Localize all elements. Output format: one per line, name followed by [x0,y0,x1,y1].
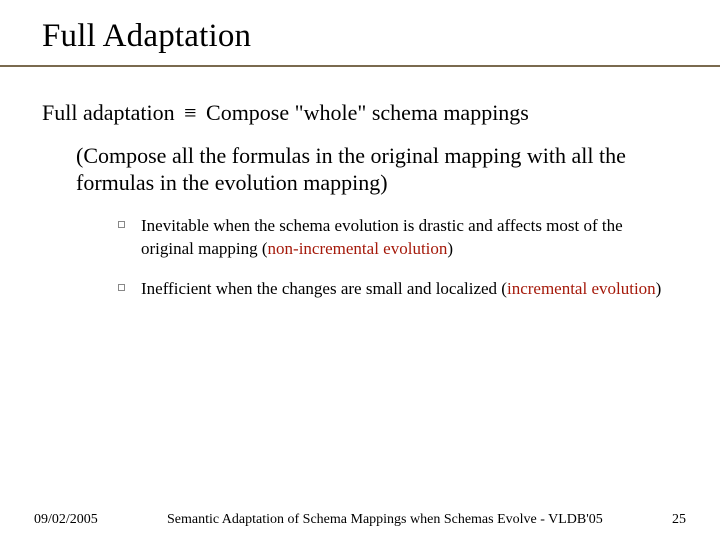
bullet-text: Inefficient when the changes are small a… [141,278,661,301]
paren-note: (Compose all the formulas in the origina… [76,142,678,197]
footer-title: Semantic Adaptation of Schema Mappings w… [98,512,672,528]
bullet-list: Inevitable when the schema evolution is … [118,215,678,302]
headline-rest: Compose "whole" schema mappings [206,100,529,125]
bullet-pre: Inefficient when the changes are small a… [141,279,507,298]
list-item: Inefficient when the changes are small a… [118,278,678,301]
page-number: 25 [672,512,686,528]
headline-lead: Full adaptation [42,100,175,125]
content-area: Full adaptation ≡ Compose "whole" schema… [0,67,720,301]
bullet-post: ) [656,279,662,298]
bullet-post: ) [447,239,453,258]
equiv-icon: ≡ [184,99,196,128]
square-bullet-icon [118,221,125,228]
footer: 09/02/2005 Semantic Adaptation of Schema… [0,512,720,528]
bullet-em: incremental evolution [507,279,656,298]
title-block: Full Adaptation [0,0,720,55]
headline: Full adaptation ≡ Compose "whole" schema… [42,99,678,128]
footer-date: 09/02/2005 [34,512,98,528]
bullet-em: non-incremental evolution [268,239,448,258]
square-bullet-icon [118,284,125,291]
bullet-text: Inevitable when the schema evolution is … [141,215,678,261]
list-item: Inevitable when the schema evolution is … [118,215,678,261]
slide-title: Full Adaptation [42,18,720,55]
slide: Full Adaptation Full adaptation ≡ Compos… [0,0,720,540]
